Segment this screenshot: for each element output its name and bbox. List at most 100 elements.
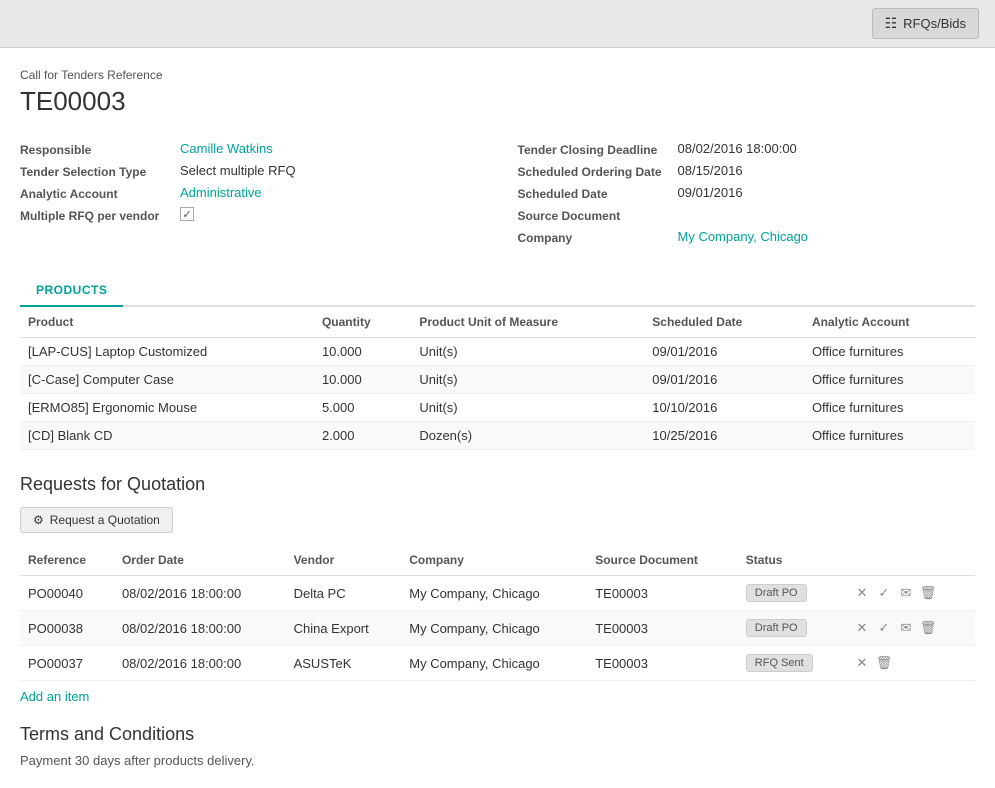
rfq-table-header: Reference Order Date Vendor Company Sour… [20,545,975,576]
col-product: Product [20,307,314,338]
col-source-document: Source Document [587,545,738,576]
product-cell: [ERMO85] Ergonomic Mouse [20,394,314,422]
scheduled-date-cell: 09/01/2016 [644,366,804,394]
status-cell: Draft PO [738,611,843,646]
trash-icon[interactable]: 🗑 [917,617,939,639]
main-content: Call for Tenders Reference TE00003 Respo… [0,48,995,788]
order-date-cell: 08/02/2016 18:00:00 [114,576,286,611]
terms-text: Payment 30 days after products delivery. [20,753,975,768]
form-grid: Responsible Camille Watkins Tender Selec… [20,141,975,251]
uom-cell: Unit(s) [411,394,644,422]
rfq-table: Reference Order Date Vendor Company Sour… [20,545,975,681]
trash-icon[interactable]: 🗑 [917,582,939,604]
col-scheduled-date: Scheduled Date [644,307,804,338]
email-icon[interactable]: ✉ [895,582,917,604]
delete-icon[interactable]: ✕ [851,582,873,604]
list-item: PO00037 08/02/2016 18:00:00 ASUSTeK My C… [20,646,975,681]
quantity-cell: 5.000 [314,394,411,422]
scheduled-date-cell: 09/01/2016 [644,338,804,366]
product-cell: [CD] Blank CD [20,422,314,450]
products-table: Product Quantity Product Unit of Measure… [20,307,975,450]
request-quotation-button[interactable]: ⚙ Request a Quotation [20,507,173,533]
uom-cell: Unit(s) [411,366,644,394]
trash-icon[interactable]: 🗑 [873,652,895,674]
rfqs-bids-label: RFQs/Bids [903,16,966,31]
tab-products[interactable]: PRODUCTS [20,275,123,307]
vendor-cell: ASUSTeK [286,646,402,681]
list-item: PO00038 08/02/2016 18:00:00 China Export… [20,611,975,646]
uom-cell: Unit(s) [411,338,644,366]
analytic-account-label: Analytic Account [20,185,180,201]
request-quotation-label: Request a Quotation [50,513,160,527]
form-left: Responsible Camille Watkins Tender Selec… [20,141,478,251]
responsible-value[interactable]: Camille Watkins [180,141,273,156]
responsible-label: Responsible [20,141,180,157]
reference-cell: PO00038 [20,611,114,646]
rfq-header-row: Reference Order Date Vendor Company Sour… [20,545,975,576]
scheduled-date-cell: 10/10/2016 [644,394,804,422]
product-cell: [C-Case] Computer Case [20,366,314,394]
vendor-cell: China Export [286,611,402,646]
tender-selection-row: Tender Selection Type Select multiple RF… [20,163,478,179]
quantity-cell: 10.000 [314,366,411,394]
list-item: PO00040 08/02/2016 18:00:00 Delta PC My … [20,576,975,611]
order-date-cell: 08/02/2016 18:00:00 [114,611,286,646]
col-status: Status [738,545,843,576]
page-label: Call for Tenders Reference [20,68,975,82]
check-icon[interactable]: ✓ [873,582,895,604]
source-doc-cell: TE00003 [587,611,738,646]
page-title: TE00003 [20,86,975,117]
status-cell: Draft PO [738,576,843,611]
products-header-row: Product Quantity Product Unit of Measure… [20,307,975,338]
analytic-account-cell: Office furnitures [804,366,975,394]
status-badge: Draft PO [746,619,807,637]
analytic-account-cell: Office furnitures [804,338,975,366]
product-cell: [LAP-CUS] Laptop Customized [20,338,314,366]
source-document-row: Source Document [518,207,976,223]
scheduled-date-label: Scheduled Date [518,185,678,201]
company-cell: My Company, Chicago [401,646,587,681]
col-vendor: Vendor [286,545,402,576]
table-row: [LAP-CUS] Laptop Customized 10.000 Unit(… [20,338,975,366]
source-doc-cell: TE00003 [587,646,738,681]
status-cell: RFQ Sent [738,646,843,681]
add-item-link[interactable]: Add an item [20,689,89,704]
company-cell: My Company, Chicago [401,576,587,611]
source-doc-cell: TE00003 [587,576,738,611]
status-badge: RFQ Sent [746,654,813,672]
closing-deadline-row: Tender Closing Deadline 08/02/2016 18:00… [518,141,976,157]
vendor-cell: Delta PC [286,576,402,611]
scheduled-date-value: 09/01/2016 [678,185,743,200]
closing-deadline-value: 08/02/2016 18:00:00 [678,141,797,156]
analytic-account-cell: Office furnitures [804,394,975,422]
col-company: Company [401,545,587,576]
responsible-row: Responsible Camille Watkins [20,141,478,157]
company-cell: My Company, Chicago [401,611,587,646]
scheduled-ordering-value: 08/15/2016 [678,163,743,178]
rfq-table-body: PO00040 08/02/2016 18:00:00 Delta PC My … [20,576,975,681]
list-icon: ☷ [885,15,898,32]
col-order-date: Order Date [114,545,286,576]
analytic-account-value[interactable]: Administrative [180,185,262,200]
table-row: [ERMO85] Ergonomic Mouse 5.000 Unit(s) 1… [20,394,975,422]
scheduled-ordering-label: Scheduled Ordering Date [518,163,678,179]
col-analytic: Analytic Account [804,307,975,338]
delete-icon[interactable]: ✕ [851,652,873,674]
gear-icon: ⚙ [33,513,44,527]
col-actions [843,545,975,576]
company-value[interactable]: My Company, Chicago [678,229,809,244]
rfq-section-title: Requests for Quotation [20,474,975,495]
scheduled-date-row: Scheduled Date 09/01/2016 [518,185,976,201]
delete-icon[interactable]: ✕ [851,617,873,639]
multiple-rfq-label: Multiple RFQ per vendor [20,207,180,223]
email-icon[interactable]: ✉ [895,617,917,639]
table-row: [CD] Blank CD 2.000 Dozen(s) 10/25/2016 … [20,422,975,450]
reference-cell: PO00037 [20,646,114,681]
multiple-rfq-row: Multiple RFQ per vendor ✓ [20,207,478,223]
quantity-cell: 10.000 [314,338,411,366]
tender-selection-label: Tender Selection Type [20,163,180,179]
rfqs-bids-button[interactable]: ☷ RFQs/Bids [872,8,979,39]
check-icon[interactable]: ✓ [873,617,895,639]
section-tabs: PRODUCTS [20,275,975,307]
terms-title: Terms and Conditions [20,724,975,745]
